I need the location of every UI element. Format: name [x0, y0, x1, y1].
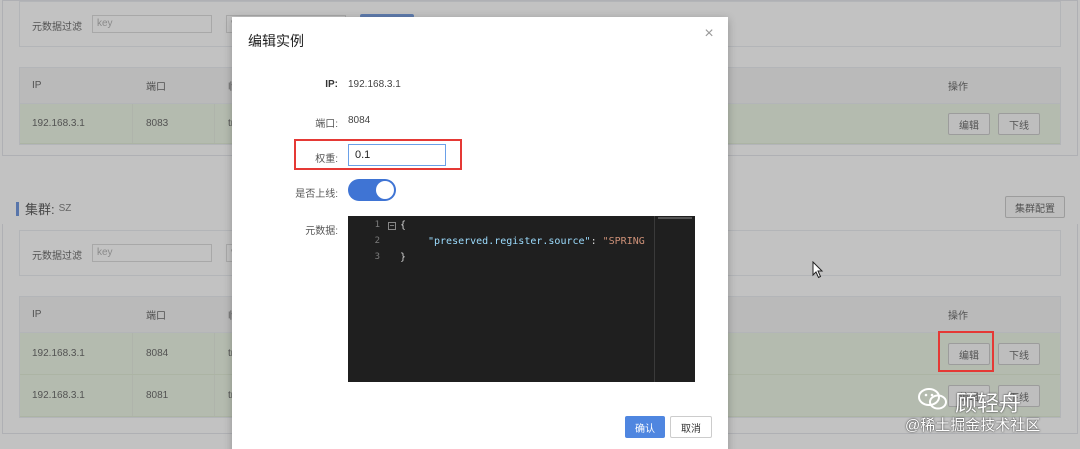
edit-instance-dialog: 编辑实例 × IP: 192.168.3.1 端口: 8084 权重: 0.1 … [232, 17, 728, 449]
watermark-sub: @稀土掘金技术社区 [905, 417, 1041, 434]
weight-highlight [294, 139, 462, 170]
metadata-editor[interactable]: 1 2 3 − { "preserved.register.source": "… [348, 216, 695, 382]
metadata-label: 元数据: [305, 226, 338, 237]
line-number: 3 [374, 252, 380, 262]
online-toggle-knob [376, 181, 394, 199]
line-number: 1 [374, 220, 380, 230]
code-key: "preserved.register.source" [428, 236, 591, 247]
online-toggle[interactable] [348, 179, 396, 201]
wechat-icon [918, 388, 947, 410]
confirm-button[interactable]: 确认 [625, 416, 665, 438]
online-label: 是否上线: [295, 189, 338, 200]
code-value: "SPRING [602, 236, 645, 247]
port-value: 8084 [348, 115, 371, 126]
editor-minimap [658, 217, 692, 219]
editor-scroll-guide [654, 216, 655, 382]
port-label: 端口: [315, 119, 338, 130]
edit-button-highlight [938, 331, 994, 372]
fold-icon[interactable]: − [388, 222, 396, 230]
close-icon[interactable]: × [702, 26, 716, 42]
mouse-cursor-icon [812, 261, 824, 279]
line-number: 2 [374, 236, 380, 246]
ip-value: 192.168.3.1 [348, 79, 401, 90]
watermark: 顾轻舟 @稀土掘金技术社区 [905, 384, 1075, 444]
editor-gutter: 1 2 3 − [348, 216, 398, 382]
code-colon: : [590, 236, 603, 247]
ip-label: IP: [325, 79, 338, 90]
dialog-title: 编辑实例 [248, 33, 304, 49]
code-line-3: } [400, 252, 407, 263]
cancel-button[interactable]: 取消 [670, 416, 712, 438]
code-line-2: "preserved.register.source": "SPRING [428, 236, 645, 247]
code-line-1: { [400, 220, 407, 231]
